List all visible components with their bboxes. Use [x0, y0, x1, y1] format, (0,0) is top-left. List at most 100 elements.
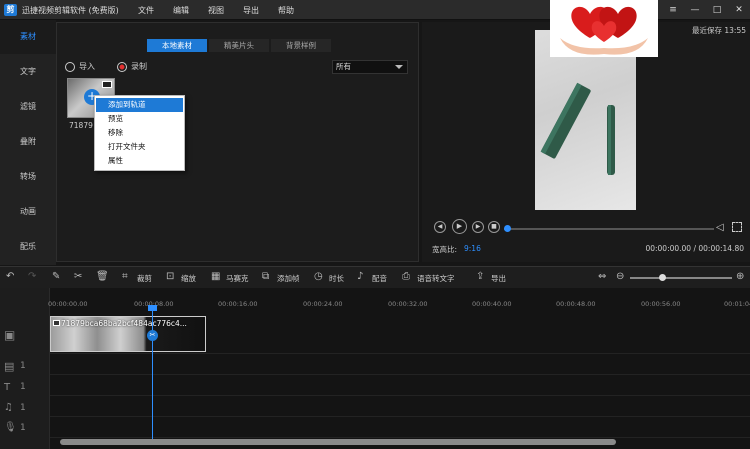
tick-label: 00:01:04.00	[724, 300, 750, 308]
volume-icon[interactable]: ◁	[716, 222, 724, 233]
voice-track[interactable]	[50, 417, 750, 438]
crop-icon[interactable]: ⌗	[122, 271, 128, 282]
overlay-track-icon: ▤	[4, 360, 15, 373]
voice-track-icon: 🎙	[4, 422, 17, 433]
import-icon	[65, 61, 75, 72]
nav-animation[interactable]: 动画	[0, 195, 56, 229]
zoom-slider[interactable]	[630, 277, 732, 279]
seek-handle[interactable]	[504, 225, 511, 232]
ctx-preview[interactable]: 预览	[96, 112, 183, 126]
export-button[interactable]: 导出	[491, 273, 506, 284]
stop-icon[interactable]: ■	[488, 221, 500, 233]
zoom-button[interactable]: 缩放	[181, 273, 196, 284]
menu-file[interactable]: 文件	[138, 5, 154, 16]
context-menu: 添加到轨道 预览 移除 打开文件夹 属性	[94, 95, 185, 171]
record-button[interactable]: 录制	[117, 61, 147, 73]
tab-backgrounds[interactable]: 背景样例	[271, 39, 331, 52]
nav-materials[interactable]: 素材	[0, 20, 56, 54]
zoom-tool-icon[interactable]: ⊡	[166, 271, 174, 282]
mosaic-icon[interactable]: ▦	[211, 271, 220, 282]
menu-edit[interactable]: 编辑	[173, 5, 189, 16]
hearts-image	[550, 0, 658, 57]
filter-select[interactable]: 所有	[332, 60, 408, 74]
tick-label: 00:00:56.00	[641, 300, 681, 308]
menu-icon[interactable]: ≡	[666, 3, 680, 17]
ctx-open-folder[interactable]: 打开文件夹	[96, 140, 183, 154]
menu-export[interactable]: 导出	[243, 5, 259, 16]
speech-to-text-icon[interactable]: ⎙	[402, 271, 410, 282]
nav-music[interactable]: 配乐	[0, 230, 56, 264]
zoom-in-icon[interactable]: ⊕	[736, 271, 744, 282]
maximize-icon[interactable]: □	[710, 3, 724, 17]
ctx-add-to-track[interactable]: 添加到轨道	[96, 98, 183, 112]
track-headers: ▣ ▤ 1 T 1 ♫ 1 🎙 1	[0, 288, 50, 449]
next-frame-icon[interactable]: ▶	[472, 221, 484, 233]
time-readout: 00:00:00.00 / 00:00:14.80	[645, 244, 744, 253]
voiceover-button[interactable]: 配音	[372, 273, 387, 284]
undo-icon[interactable]: ↶	[6, 271, 14, 282]
menu-help[interactable]: 帮助	[278, 5, 294, 16]
delete-icon[interactable]: 🗑	[96, 271, 109, 282]
overlay-track[interactable]	[50, 354, 750, 375]
media-panel: 本地素材 精美片头 背景样例 导入 录制 所有 + 71879 添加到轨道 预览…	[56, 22, 419, 262]
close-icon[interactable]: ✕	[732, 3, 746, 17]
speech-to-text-button[interactable]: 语音转文字	[417, 273, 455, 284]
track-num-voice: 1	[20, 423, 26, 433]
prev-frame-icon[interactable]: ◀	[434, 221, 446, 233]
timeline-scrollbar[interactable]	[60, 439, 616, 445]
app-logo-icon: 剪	[4, 4, 17, 16]
playhead-handle[interactable]	[148, 305, 157, 311]
minimize-icon[interactable]: —	[688, 3, 702, 17]
playhead[interactable]	[152, 308, 153, 439]
cut-icon[interactable]: ✂	[74, 271, 82, 282]
duration-button[interactable]: 时长	[329, 273, 344, 284]
import-button[interactable]: 导入	[65, 61, 95, 73]
nav-text[interactable]: 文字	[0, 55, 56, 89]
fullscreen-icon[interactable]	[732, 222, 742, 232]
preview-panel: 最近保存 13:55 ◀ ▶ ▶ ■ ◁ 宽高比: 9:16 00:00:00.…	[422, 22, 750, 262]
play-icon[interactable]: ▶	[452, 219, 467, 234]
tab-local-media[interactable]: 本地素材	[147, 39, 207, 52]
hearts-graphic	[560, 6, 648, 55]
edit-icon[interactable]: ✎	[52, 271, 60, 282]
video-type-icon	[102, 81, 112, 88]
track-num-music: 1	[20, 403, 26, 413]
voiceover-icon[interactable]: ♪	[357, 271, 363, 282]
timeline-clip[interactable]: 71879bca68ba2bcf484ac776c4...	[50, 316, 206, 352]
ctx-properties[interactable]: 属性	[96, 154, 183, 168]
add-frame-button[interactable]: 添加帧	[277, 273, 300, 284]
split-marker-icon[interactable]: ✂	[147, 330, 158, 341]
zoom-out-icon[interactable]: ⊖	[616, 271, 624, 282]
tick-label: 00:00:40.00	[472, 300, 512, 308]
redo-icon[interactable]: ↷	[28, 271, 36, 282]
clip-type-icon	[53, 320, 60, 326]
aspect-ratio-value[interactable]: 9:16	[464, 244, 481, 253]
tick-label: 00:00:24.00	[303, 300, 343, 308]
nav-overlay[interactable]: 叠附	[0, 125, 56, 159]
music-track[interactable]	[50, 396, 750, 417]
text-track-icon: T	[4, 382, 11, 393]
duration-icon[interactable]: ◷	[314, 271, 323, 282]
menu-view[interactable]: 视图	[208, 5, 224, 16]
import-label: 导入	[79, 62, 95, 71]
aspect-ratio-label: 宽高比:	[432, 245, 458, 254]
nav-filters[interactable]: 滤镜	[0, 90, 56, 124]
video-track-icon: ▣	[4, 328, 16, 342]
track-num-text: 1	[20, 382, 26, 392]
zoom-slider-knob[interactable]	[659, 274, 666, 281]
tab-intros[interactable]: 精美片头	[209, 39, 269, 52]
app-title: 迅捷视频剪辑软件 (免费版)	[22, 6, 119, 15]
nav-transitions[interactable]: 转场	[0, 160, 56, 194]
seek-bar[interactable]	[504, 228, 714, 230]
add-frame-icon[interactable]: ⧉	[262, 271, 269, 282]
music-track-icon: ♫	[4, 402, 13, 413]
chevron-down-icon	[395, 65, 403, 69]
ctx-remove[interactable]: 移除	[96, 126, 183, 140]
fit-icon[interactable]: ⇔	[598, 271, 606, 282]
text-track[interactable]	[50, 375, 750, 396]
edit-toolbar: ↶ ↷ ✎ ✂ 🗑 ⌗ 裁剪 ⊡ 缩放 ▦ 马赛克 ⧉ 添加帧 ◷ 时长 ♪ 配…	[0, 266, 750, 288]
media-filename: 71879	[69, 121, 93, 130]
mosaic-button[interactable]: 马赛克	[226, 273, 249, 284]
export-icon[interactable]: ⇪	[476, 271, 484, 282]
crop-button[interactable]: 裁剪	[137, 273, 152, 284]
